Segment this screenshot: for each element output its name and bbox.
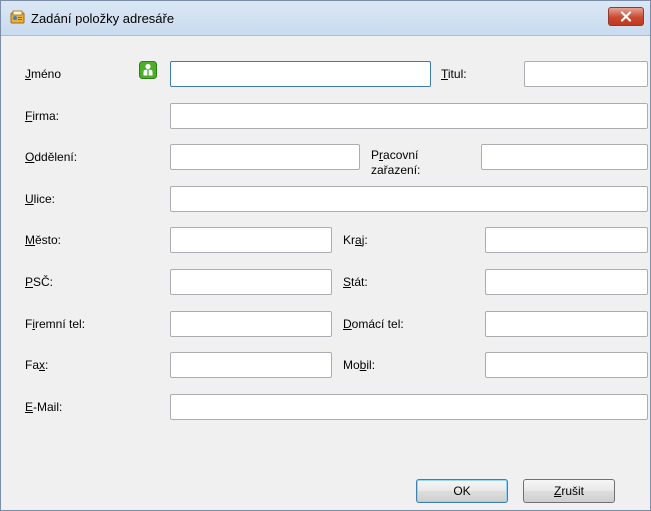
firemni-tel-input[interactable] <box>170 311 332 337</box>
label-email: E-Mail: <box>25 400 63 414</box>
fax-input[interactable] <box>170 352 332 378</box>
person-icon[interactable] <box>139 61 157 79</box>
close-button[interactable] <box>608 7 644 26</box>
label-pracovni-zarazeni: Pracovní zařazení: <box>371 148 421 177</box>
ulice-input[interactable] <box>170 186 648 212</box>
label-firemni-tel: Firemní tel: <box>25 317 86 331</box>
titul-input[interactable] <box>524 61 648 87</box>
label-mesto: Město: <box>25 233 62 247</box>
label-ulice: Ulice: <box>25 192 56 206</box>
stat-input[interactable] <box>485 269 648 295</box>
title-bar[interactable]: Zadání položky adresáře <box>1 1 650 36</box>
label-psc: PSČ: <box>25 275 54 289</box>
dialog-window: Zadání položky adresáře Jméno Titul: Fir… <box>0 0 651 511</box>
window-title: Zadání položky adresáře <box>31 11 175 26</box>
form-area: Jméno Titul: Firma: Oddělení: Pracovní z… <box>1 36 650 510</box>
domaci-tel-input[interactable] <box>485 311 648 337</box>
label-oddeleni: Oddělení: <box>25 150 78 164</box>
label-fax: Fax: <box>25 358 49 372</box>
kraj-input[interactable] <box>485 227 648 253</box>
label-stat: Stát: <box>343 275 368 289</box>
close-icon <box>620 11 632 22</box>
label-kraj: Kraj: <box>343 233 368 247</box>
firma-input[interactable] <box>170 103 648 129</box>
label-titul: Titul: <box>441 67 467 81</box>
oddeleni-input[interactable] <box>170 144 360 170</box>
cancel-button[interactable]: Zrušit <box>523 479 615 503</box>
mesto-input[interactable] <box>170 227 332 253</box>
jmeno-input[interactable] <box>170 61 431 87</box>
label-jmeno: Jméno <box>25 67 62 81</box>
ok-button[interactable]: OK <box>416 479 508 503</box>
email-input[interactable] <box>170 394 648 420</box>
label-domaci-tel: Domácí tel: <box>343 317 404 331</box>
label-mobil: Mobil: <box>343 358 376 372</box>
pracovni-zarazeni-input[interactable] <box>481 144 648 170</box>
address-book-icon <box>10 10 25 24</box>
label-firma: Firma: <box>25 109 60 123</box>
mobil-input[interactable] <box>485 352 648 378</box>
psc-input[interactable] <box>170 269 332 295</box>
